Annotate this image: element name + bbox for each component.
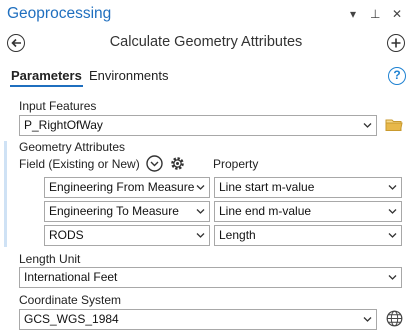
length-unit-dropdown[interactable]: International Feet [19, 267, 402, 288]
gear-icon[interactable] [169, 155, 186, 172]
property-value-1: Line start m-value [219, 180, 315, 194]
active-parameter-accent [4, 141, 7, 247]
coordinate-system-value: GCS_WGS_1984 [24, 312, 119, 326]
chevron-down-icon [388, 209, 397, 214]
property-dropdown-3[interactable]: Length [214, 225, 402, 246]
chevron-down-icon [388, 275, 397, 280]
expand-icon[interactable] [146, 155, 163, 172]
chevron-down-icon [196, 209, 205, 214]
coordinate-system-label: Coordinate System [19, 293, 122, 307]
property-value-3: Length [219, 228, 256, 242]
globe-icon[interactable] [386, 310, 403, 327]
field-dropdown-2[interactable]: Engineering To Measure [44, 201, 210, 222]
chevron-down-icon [196, 185, 205, 190]
chevron-down-icon [363, 123, 372, 128]
chevron-down-icon [363, 317, 372, 322]
help-icon[interactable]: ? [388, 67, 406, 85]
folder-icon[interactable] [385, 117, 403, 132]
geometry-attributes-label: Geometry Attributes [19, 140, 126, 154]
tool-tabs: Parameters Environments ? [0, 64, 412, 90]
pane-title-bar: Geoprocessing ▾ ⊥ ✕ [0, 0, 412, 30]
tab-parameters[interactable]: Parameters [10, 68, 83, 87]
field-value-3: RODS [49, 228, 84, 242]
add-icon [391, 38, 401, 48]
input-features-label: Input Features [19, 99, 97, 113]
property-dropdown-2[interactable]: Line end m-value [214, 201, 402, 222]
coordinate-system-dropdown[interactable]: GCS_WGS_1984 [19, 309, 377, 330]
property-value-2: Line end m-value [219, 204, 312, 218]
tab-environments[interactable]: Environments [89, 68, 168, 83]
chevron-down-icon [388, 233, 397, 238]
length-unit-value: International Feet [24, 270, 118, 284]
pane-title: Geoprocessing [7, 5, 112, 22]
chevron-down-icon [196, 233, 205, 238]
property-dropdown-1[interactable]: Line start m-value [214, 177, 402, 198]
tool-header: Calculate Geometry Attributes [0, 30, 412, 58]
pin-icon[interactable]: ⊥ [370, 8, 380, 20]
field-value-2: Engineering To Measure [49, 204, 179, 218]
chevron-down-icon [388, 185, 397, 190]
chevron-down-icon[interactable]: ▾ [348, 8, 358, 20]
pane-controls: ▾ ⊥ ✕ [348, 8, 402, 20]
field-dropdown-1[interactable]: Engineering From Measure [44, 177, 210, 198]
length-unit-label: Length Unit [19, 252, 81, 266]
field-value-1: Engineering From Measure [49, 180, 195, 194]
close-icon[interactable]: ✕ [392, 8, 402, 20]
field-dropdown-3[interactable]: RODS [44, 225, 210, 246]
field-tools [146, 155, 186, 172]
input-features-value: P_RightOfWay [24, 118, 103, 132]
input-features-dropdown[interactable]: P_RightOfWay [19, 115, 377, 136]
tool-title: Calculate Geometry Attributes [109, 34, 303, 50]
field-column-header: Field (Existing or New) [19, 157, 140, 171]
add-button[interactable] [387, 34, 405, 52]
property-column-header: Property [213, 157, 259, 171]
